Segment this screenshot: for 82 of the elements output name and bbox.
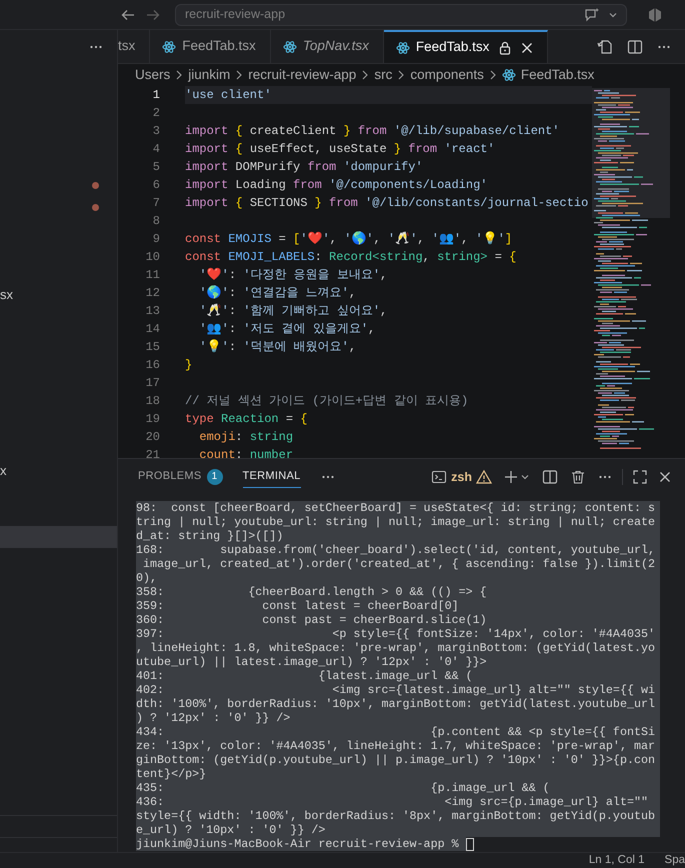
close-icon[interactable] (521, 42, 534, 54)
react-icon (396, 40, 410, 54)
code-line: } (185, 357, 192, 374)
close-icon[interactable] (659, 471, 671, 483)
lock-icon (499, 40, 512, 54)
line-number: 3 (152, 123, 160, 140)
line-number: 19 (144, 411, 160, 428)
account-icon[interactable] (647, 6, 663, 22)
code-line: import Loading from '@/components/Loading' (185, 177, 488, 194)
line-number: 12 (144, 285, 160, 302)
code-line: // 저널 섹션 가이드 (가이드+답변 같이 표시용) (185, 393, 468, 410)
breadcrumb-item[interactable]: jiunkim (188, 64, 230, 86)
code-line: const EMOJIS = ['❤', '🌎', '🥂', '👥', '💡'] (185, 230, 512, 248)
line-number: 14 (144, 321, 160, 338)
maximize-icon[interactable] (633, 470, 647, 484)
code-line: '💡': '덕분에 배웠어요', (198, 338, 356, 356)
line-number: 7 (152, 195, 160, 212)
line-number: 21 (144, 447, 160, 458)
chevron-icon (488, 69, 497, 81)
code-line: import { createClient } from '@/lib/supabase/client' (185, 123, 560, 140)
breadcrumb-item[interactable]: FeedTab.tsx (520, 64, 594, 86)
breadcrumb-item[interactable]: Users (135, 64, 170, 86)
terminal-prompt: jiunkim@Jiuns-MacBook-Air recruit-review-app % (136, 837, 466, 851)
terminal-icon (431, 469, 448, 485)
breadcrumb-item[interactable]: src (374, 64, 392, 86)
code-line: '🌎': '연결감을 느껴요', (198, 284, 356, 302)
line-number: 13 (144, 303, 160, 320)
trash-icon[interactable] (570, 469, 586, 485)
code-line: '👥': '저도 곁에 있을게요', (198, 321, 376, 338)
code-line: import DOMPurify from 'dompurify' (185, 159, 423, 176)
line-number: 10 (144, 249, 160, 266)
chat-sparkle-icon[interactable] (584, 6, 600, 22)
editor-tab[interactable]: tsx (118, 30, 150, 63)
caret-icon[interactable] (520, 472, 530, 482)
line-number: 5 (152, 159, 160, 176)
line-number: 1 (152, 87, 160, 104)
line-number: 8 (152, 213, 160, 230)
line-number: 16 (144, 357, 160, 374)
code-line: count: number (198, 447, 294, 458)
code-line: '❤': '다정한 응원을 보내요', (198, 266, 388, 284)
line-number: 6 (152, 177, 160, 194)
editor-tab[interactable]: FeedTab.tsx (384, 30, 548, 63)
code-line: emoji: string (198, 429, 294, 446)
count-badge: 1 (206, 468, 223, 484)
compare-changes-icon[interactable] (597, 38, 613, 54)
cursor-icon (466, 838, 474, 850)
code-line: '🥂': '함께 기뻐하고 싶어요', (198, 303, 388, 320)
line-number: 15 (144, 339, 160, 356)
chevron-icon (397, 69, 406, 81)
line-number: 17 (144, 375, 160, 392)
chevron-icon (361, 69, 370, 81)
code-line: import { SECTIONS } from '@/lib/constants/journal-sectio (185, 195, 588, 212)
chevron-icon (175, 69, 184, 81)
line-number: 9 (152, 231, 160, 248)
line-number: 18 (144, 393, 160, 410)
chevron-icon (235, 69, 244, 81)
panel-tab[interactable]: PROBLEMS 1 (138, 466, 223, 488)
command-center-search[interactable]: recruit-review-app (175, 4, 627, 26)
plus-icon[interactable] (504, 470, 518, 484)
file-name[interactable]: sx (0, 285, 99, 305)
panel-tab[interactable]: TERMINAL (242, 466, 301, 488)
breadcrumb-item[interactable]: recruit-review-app (248, 64, 356, 86)
code-line: type Reaction = { (185, 411, 308, 428)
line-number: 2 (152, 105, 160, 122)
status-item[interactable]: Spa (664, 853, 685, 868)
terminal-selector[interactable]: zsh (431, 468, 492, 486)
editor-tab[interactable]: FeedTab.tsx (150, 30, 271, 63)
split-editor-icon[interactable] (627, 38, 643, 54)
code-line: import { useEffect, useState } from 'react' (185, 141, 495, 158)
breadcrumb-item[interactable]: components (410, 64, 484, 86)
warning-icon (476, 469, 492, 485)
react-icon (162, 40, 176, 54)
code-line: const EMOJI_LABELS: Record<string, string> = { (185, 249, 516, 266)
split-terminal-icon[interactable] (542, 469, 558, 485)
status-item[interactable]: Ln 1, Col 1 (588, 853, 645, 868)
file-name[interactable]: x (0, 461, 99, 481)
react-icon (502, 68, 516, 82)
line-number: 20 (144, 429, 160, 446)
line-number: 11 (144, 267, 160, 284)
code-line: 'use client' (185, 87, 272, 104)
react-icon (282, 40, 297, 54)
line-number: 4 (152, 141, 160, 158)
